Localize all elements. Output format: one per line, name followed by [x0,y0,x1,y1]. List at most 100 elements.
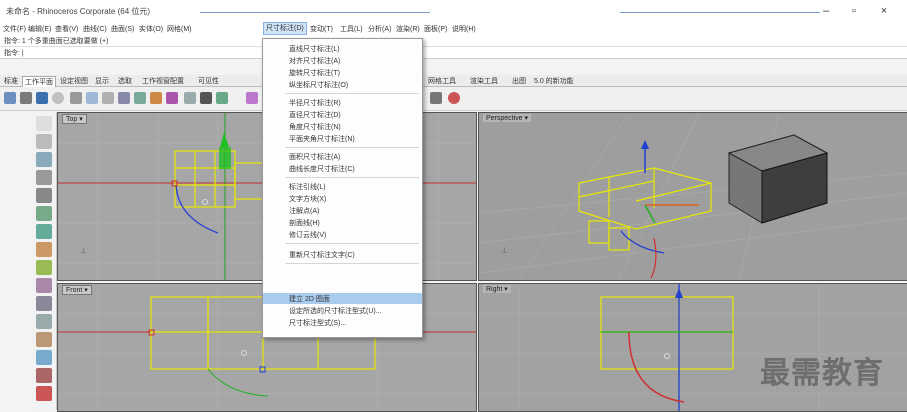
arc-icon[interactable] [36,206,52,221]
viewport-perspective[interactable]: Perspective ▾ ⊥ [478,112,907,281]
menu-item-plane-angle-dimension[interactable]: 平面夹角尺寸标注(N) [263,133,422,144]
menu-item-diameter-dimension[interactable]: 直径尺寸标注(D) [263,109,422,120]
menu-item-dimension-styles[interactable]: 尺寸标注型式(S)... [263,317,422,328]
menu-render[interactable]: 渲染(R) [396,24,420,34]
text-icon[interactable] [36,386,52,401]
print-icon[interactable] [52,92,64,104]
solid-icon[interactable] [36,260,52,275]
menu-item-make-2d-drawing[interactable]: 建立 2D 图面 [263,293,422,304]
toolbar [0,87,907,111]
tab-select[interactable]: 选取 [118,76,132,86]
menu-item-label: 注解点(A) [289,208,320,215]
rectangle-icon[interactable] [36,224,52,239]
menu-item-linear-dimension[interactable]: 直线尺寸标注(L) [263,43,422,54]
watermark: 最需教育 [760,356,884,391]
menu-item-rotated-dimension[interactable]: 旋转尺寸标注(T) [263,67,422,78]
menu-item-aligned-dimension[interactable]: 对齐尺寸标注(A) [263,55,422,66]
close-button[interactable]: × [870,3,898,19]
menu-item-radius-dimension[interactable]: 半径尺寸标注(R) [263,97,422,108]
menu-item-leader[interactable]: 标注引线(L) [263,181,422,192]
polyline-icon[interactable] [36,152,52,167]
title-underline-right [620,12,820,13]
curve-icon[interactable] [36,170,52,185]
menu-item-label: 半径尺寸标注(R) [289,100,341,107]
menu-item-angle-dimension[interactable]: 角度尺寸标注(N) [263,121,422,132]
open-icon[interactable] [20,92,32,104]
menu-mesh[interactable]: 网格(M) [167,24,192,34]
menu-item-text-block[interactable]: 文字方块(X) [263,193,422,204]
mesh-icon[interactable] [36,278,52,293]
menu-analyze[interactable]: 分析(A) [368,24,391,34]
fillet-icon[interactable] [36,296,52,311]
command-history-text: 指令: 1 个多重曲面已选取要做 (+) [4,38,109,45]
menu-tools[interactable]: 工具(L) [340,24,363,34]
menu-help[interactable]: 说明(H) [452,24,476,34]
surface-icon[interactable] [36,242,52,257]
menu-item-label: 纵坐标尺寸标注(O) [289,82,349,89]
undo-icon[interactable] [118,92,130,104]
rotate-view-icon[interactable] [166,92,178,104]
menu-solid[interactable]: 实体(O) [139,24,163,34]
menu-item-curve-length-dimension[interactable]: 曲线长度尺寸标注(C) [263,163,422,174]
menu-dimension[interactable]: 尺寸标注(D) [263,22,307,35]
menu-surface[interactable]: 曲面(S) [111,24,134,34]
zoom-extents-icon[interactable] [216,92,228,104]
copy-icon[interactable] [86,92,98,104]
command-prompt[interactable]: 指令: | [4,48,24,58]
tab-viewport-layout[interactable]: 工作视窗配置 [142,76,184,86]
paste-icon[interactable] [102,92,114,104]
lights-icon[interactable] [430,92,442,104]
minimize-button[interactable]: – [812,3,840,19]
tab-mesh-tools[interactable]: 网格工具 [428,76,456,86]
title-underline [200,12,430,13]
select-icon[interactable] [36,116,52,131]
command-line[interactable]: 指令: | [0,47,907,59]
menu-view[interactable]: 查看(V) [55,24,78,34]
menu-item-area-dimension[interactable]: 面积尺寸标注(A) [263,151,422,162]
menu-panels[interactable]: 面板(P) [424,24,447,34]
menu-separator [285,177,419,178]
tab-render-tools[interactable]: 渲染工具 [470,76,498,86]
maximize-button[interactable]: ▫ [840,3,868,19]
dimension-icon[interactable] [36,368,52,383]
menu-item-label: 文字方块(X) [289,196,327,203]
save-icon[interactable] [36,92,48,104]
tab-new-in-v5[interactable]: 5.0 的新功能 [534,76,574,86]
menu-separator [285,243,419,244]
tab-drafting[interactable]: 出图 [512,76,526,86]
menu-curve[interactable]: 曲线(C) [83,24,107,34]
tab-standard[interactable]: 标准 [4,76,18,86]
svg-text:⊥: ⊥ [501,246,508,255]
menu-file[interactable]: 文件(F) [3,24,26,34]
menu-item-hatch[interactable]: 剖面线(H) [263,217,422,228]
tab-cplanes[interactable]: 工作平面 [22,76,56,87]
zoom-icon[interactable] [184,92,196,104]
menu-transform[interactable]: 变动(T) [310,24,333,34]
menu-separator [285,263,419,264]
point-icon[interactable] [36,134,52,149]
menu-item-label: 尺寸标注型式(S)... [289,320,347,327]
pan-icon[interactable] [150,92,162,104]
new-file-icon[interactable] [4,92,16,104]
zoom-window-icon[interactable] [200,92,212,104]
menu-edit[interactable]: 编辑(E) [28,24,51,34]
menu-item-annotation-dot[interactable]: 注解点(A) [263,205,422,216]
array-icon[interactable] [36,350,52,365]
render-icon[interactable] [448,92,460,104]
menu-item-ordinate-dimension[interactable]: 纵坐标尺寸标注(O) [263,79,422,90]
move-icon[interactable] [36,332,52,347]
redo-icon[interactable] [134,92,146,104]
circle-icon[interactable] [36,188,52,203]
menu-item-recalc-dimension-text[interactable]: 重新尺寸标注文字(C) [263,249,422,260]
cut-icon[interactable] [70,92,82,104]
tab-set-view[interactable]: 设定视图 [60,76,88,86]
tab-display[interactable]: 显示 [95,76,109,86]
menu-item-set-dimension-style[interactable]: 设定所选的尺寸标注型式(U)... [263,305,422,316]
trim-icon[interactable] [36,314,52,329]
tab-visibility[interactable]: 可见性 [198,76,219,86]
left-toolbox [32,112,57,410]
menu-item-revision-cloud[interactable]: 修订云线(V) [263,229,422,240]
title-bar: 未命名 - Rhinoceros Corporate (64 位元) – ▫ × [0,0,907,22]
menu-item-label: 修订云线(V) [289,232,327,239]
shade-icon[interactable] [246,92,258,104]
